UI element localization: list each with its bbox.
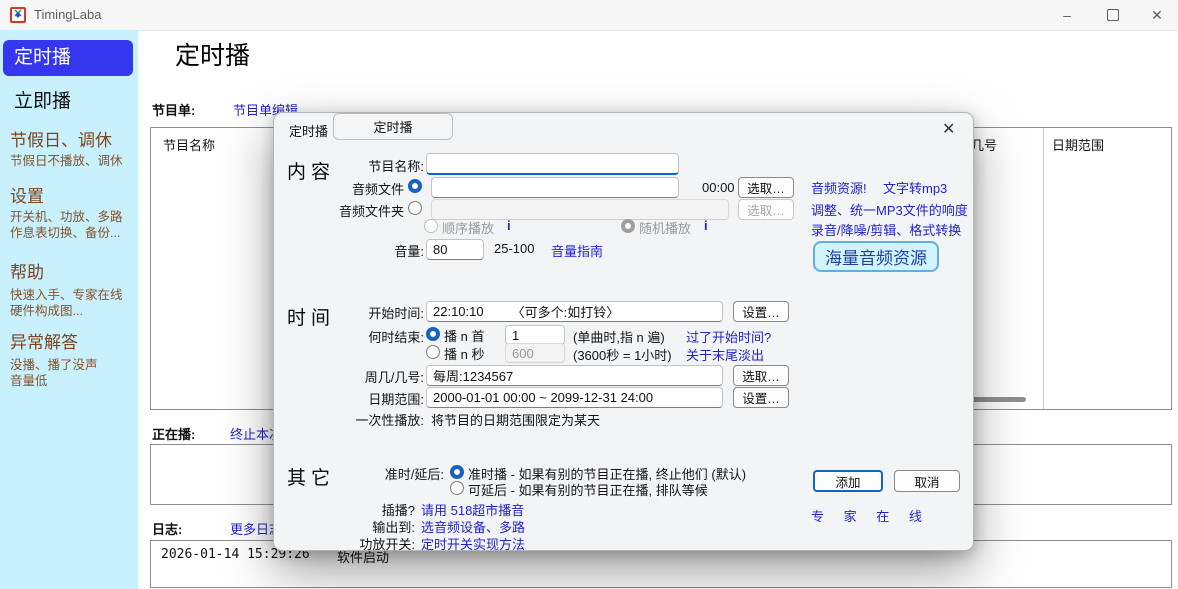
log-label: 日志: [152,519,182,538]
volume-input[interactable] [426,239,484,260]
sidebar-sub-troubleshoot-2: 音量低 [10,370,48,389]
set-start-time-button[interactable]: 设置… [733,301,789,322]
audio-folder-input [431,199,729,220]
pick-weekday-button[interactable]: 选取… [733,365,789,386]
play-n-seconds-label: 播 n 秒 [444,344,484,363]
pick-file-button[interactable]: 选取… [738,177,794,198]
table-header-date-range[interactable]: 日期范围 [1052,135,1104,154]
playlist-label: 节目单: [152,100,195,119]
duration-value: 00:00 [702,180,735,195]
weekday-input[interactable] [426,365,723,386]
songs-count-input[interactable] [505,325,565,345]
table-header-name[interactable]: 节目名称 [163,135,215,154]
sidebar-item-troubleshoot[interactable]: 异常解答 [10,328,78,353]
fade-out-link[interactable]: 关于末尾淡出 [686,345,764,364]
random-info-link[interactable]: i [704,218,708,233]
play-n-seconds-radio[interactable] [426,345,440,359]
expert-online-link[interactable]: 专 家 在 线 [811,506,930,525]
start-time-hint: 〈可多个:如打铃〉 [512,302,620,321]
sequential-play-label: 顺序播放 [442,218,494,237]
audio-file-input[interactable] [431,177,679,198]
program-name-label: 节目名称: [274,156,424,175]
end-when-label: 何时结束: [274,327,424,346]
sidebar-sub-help-2: 硬件构成图... [10,300,83,319]
window-titlebar: ✕ TimingLaba – ✕ [0,0,1178,31]
tooltip: 定时播 [333,113,453,140]
play-n-songs-radio[interactable] [426,327,440,341]
play-n-songs-label: 播 n 首 [444,326,484,345]
start-time-input[interactable]: 22:10:10 〈可多个:如打铃〉 [426,301,723,322]
now-playing-label: 正在播: [152,424,195,443]
sidebar-sub-settings-2: 作息表切换、备份... [10,222,120,241]
minimize-button[interactable]: – [1046,0,1088,30]
pick-folder-button: 选取… [738,199,794,220]
sidebar-item-settings[interactable]: 设置 [10,182,44,207]
maximize-icon [1107,9,1119,21]
weekday-label: 周几/几号: [274,367,424,386]
sidebar-item-help[interactable]: 帮助 [10,258,44,283]
audio-file-radio[interactable] [408,179,422,193]
seconds-count-input [505,343,565,363]
mode-label: 准时/延后: [274,464,444,483]
sequential-info-link[interactable]: i [507,218,511,233]
set-date-range-button[interactable]: 设置… [733,387,789,408]
one-time-label: 一次性播放: [274,410,424,429]
delay-text: 可延后 - 如果有别的节目正在播, 排队等候 [468,480,708,499]
table-header-day[interactable]: 几号 [971,135,997,154]
sidebar: 定时播 立即播 节假日、调休 节假日不播放、调休 设置 开关机、功放、多路 作息… [0,30,138,589]
audio-file-label: 音频文件 [274,179,404,198]
volume-guide-link[interactable]: 音量指南 [551,241,603,260]
sidebar-item-holidays[interactable]: 节假日、调休 [10,126,112,151]
audio-folder-radio[interactable] [408,201,422,215]
maximize-button[interactable] [1092,0,1134,30]
close-button[interactable]: ✕ [1136,0,1178,30]
date-range-label: 日期范围: [274,389,424,408]
audio-resource-link[interactable]: 音频资源! [811,178,867,197]
songs-note: (单曲时,指 n 遍) [573,327,665,346]
sidebar-sub-holidays: 节假日不播放、调休 [10,150,123,169]
seconds-note: (3600秒 = 1小时) [573,345,672,364]
text-to-mp3-link[interactable]: 文字转mp3 [883,178,947,197]
random-play-radio [621,219,635,233]
amplifier-label: 功放开关: [274,534,415,553]
add-button[interactable]: 添加 [813,470,883,492]
table-column-divider [1043,128,1044,409]
sidebar-item-timed-play[interactable]: 定时播 [3,40,133,76]
random-play-label: 随机播放 [639,218,691,237]
tooltip-text: 定时播 [373,117,412,136]
mass-audio-resource-button[interactable]: 海量音频资源 [813,241,939,272]
loudness-link[interactable]: 调整、统一MP3文件的响度 [811,200,968,219]
window-title: TimingLaba [34,7,101,22]
punctual-radio[interactable] [450,465,464,479]
dialog-close-icon[interactable]: ✕ [942,119,955,139]
start-time-label: 开始时间: [274,303,424,322]
dialog-title: 定时播 [289,121,328,140]
start-time-value: 22:10:10 [433,304,484,319]
record-edit-link[interactable]: 录音/降噪/剪辑、格式转换 [811,220,961,239]
volume-range-hint: 25-100 [494,241,534,256]
audio-folder-label: 音频文件夹 [274,201,404,220]
sequential-play-radio [424,219,438,233]
one-time-text[interactable]: 将节目的日期范围限定为某天 [431,410,600,429]
program-name-input[interactable] [426,153,679,175]
amplifier-link[interactable]: 定时开关实现方法 [421,534,525,553]
delay-radio[interactable] [450,481,464,495]
past-start-time-link[interactable]: 过了开始时间? [686,327,771,346]
timed-play-dialog: 定时播 ✕ 内容 节目名称: 音频文件 00:00 选取… 音频文件夹 选取… … [273,112,974,551]
volume-label: 音量: [274,241,424,260]
cancel-button[interactable]: 取消 [894,470,960,492]
page-title: 定时播 [175,36,250,72]
sidebar-item-instant-play[interactable]: 立即播 [14,86,71,113]
app-icon: ✕ [10,7,26,23]
date-range-input[interactable] [426,387,723,408]
